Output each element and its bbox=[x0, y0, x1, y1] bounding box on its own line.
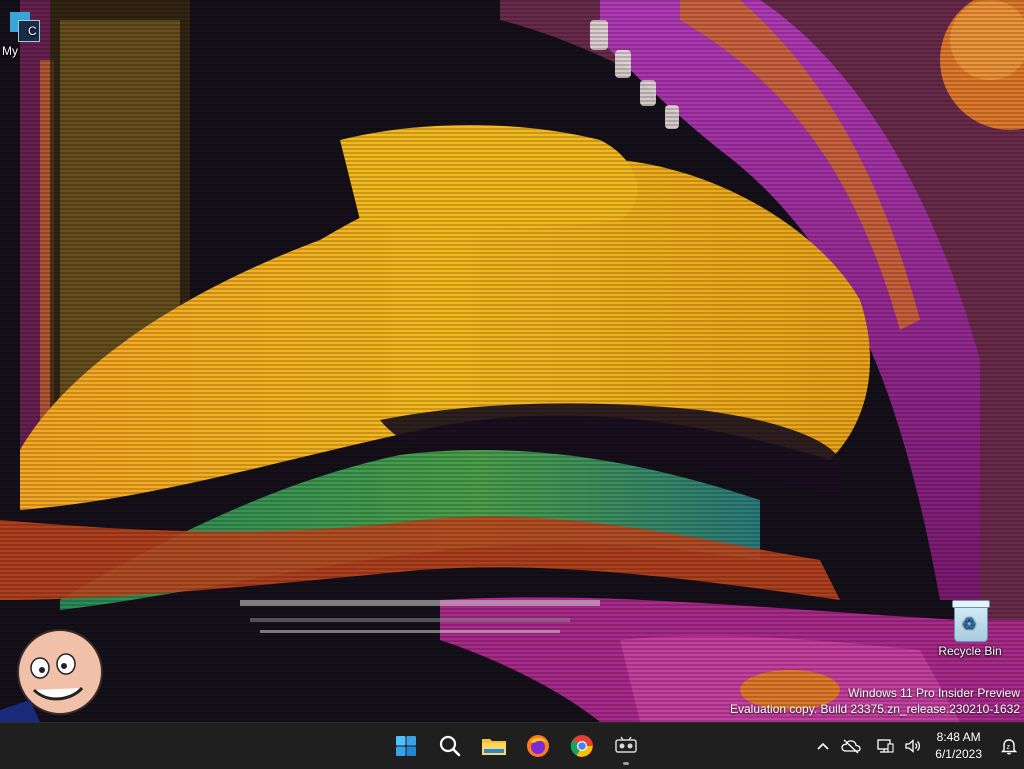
desktop-icon-my[interactable]: C My bbox=[0, 10, 46, 58]
taskbar: 8:48 AM 6/1/2023 z bbox=[0, 722, 1024, 769]
taskbar-apps bbox=[386, 726, 646, 766]
clock-time: 8:48 AM bbox=[936, 730, 981, 744]
watermark-line-2: Evaluation copy. Build 23375.zn_release.… bbox=[730, 702, 1020, 716]
firefox-button[interactable] bbox=[518, 726, 558, 766]
desktop-icon-label: My bbox=[2, 44, 18, 58]
notification-button[interactable]: z bbox=[994, 726, 1024, 766]
system-tray: 8:48 AM 6/1/2023 z bbox=[809, 723, 1024, 769]
shortcut-letter: C bbox=[28, 24, 37, 38]
start-button[interactable] bbox=[386, 726, 426, 766]
clock-date: 6/1/2023 bbox=[935, 747, 982, 761]
firefox-icon bbox=[527, 735, 549, 757]
file-explorer-button[interactable] bbox=[474, 726, 514, 766]
network-icon bbox=[877, 739, 894, 753]
generic-app-icon bbox=[615, 736, 637, 753]
desktop-icon-recycle-bin[interactable]: ♻ Recycle Bin bbox=[928, 598, 1012, 658]
app-shortcut-icon: C bbox=[8, 10, 40, 42]
chrome-icon bbox=[570, 735, 593, 757]
tray-overflow-button[interactable] bbox=[809, 726, 837, 766]
desktop-icon-label: Recycle Bin bbox=[938, 644, 1002, 658]
app-button[interactable] bbox=[606, 726, 646, 766]
watermark-line-1: Windows 11 Pro Insider Preview bbox=[848, 686, 1020, 700]
search-button[interactable] bbox=[430, 726, 470, 766]
wallpaper-art bbox=[0, 0, 1024, 722]
folder-icon bbox=[482, 739, 506, 755]
svg-text:z: z bbox=[1007, 744, 1011, 751]
notification-icon: z bbox=[1000, 739, 1018, 755]
chevron-up-icon bbox=[817, 742, 829, 750]
cloud-off-icon bbox=[841, 739, 861, 754]
volume-icon bbox=[905, 739, 921, 753]
desktop-wallpaper bbox=[0, 0, 1024, 722]
chrome-button[interactable] bbox=[562, 726, 602, 766]
windows-start-icon bbox=[396, 736, 416, 756]
network-button[interactable] bbox=[871, 726, 899, 766]
search-icon bbox=[439, 735, 461, 757]
volume-button[interactable] bbox=[899, 726, 927, 766]
os-watermark: Windows 11 Pro Insider Preview Evaluatio… bbox=[730, 685, 1020, 717]
recycle-bin-icon: ♻ bbox=[950, 598, 990, 642]
clock[interactable]: 8:48 AM 6/1/2023 bbox=[927, 729, 994, 763]
onedrive-button[interactable] bbox=[837, 726, 865, 766]
